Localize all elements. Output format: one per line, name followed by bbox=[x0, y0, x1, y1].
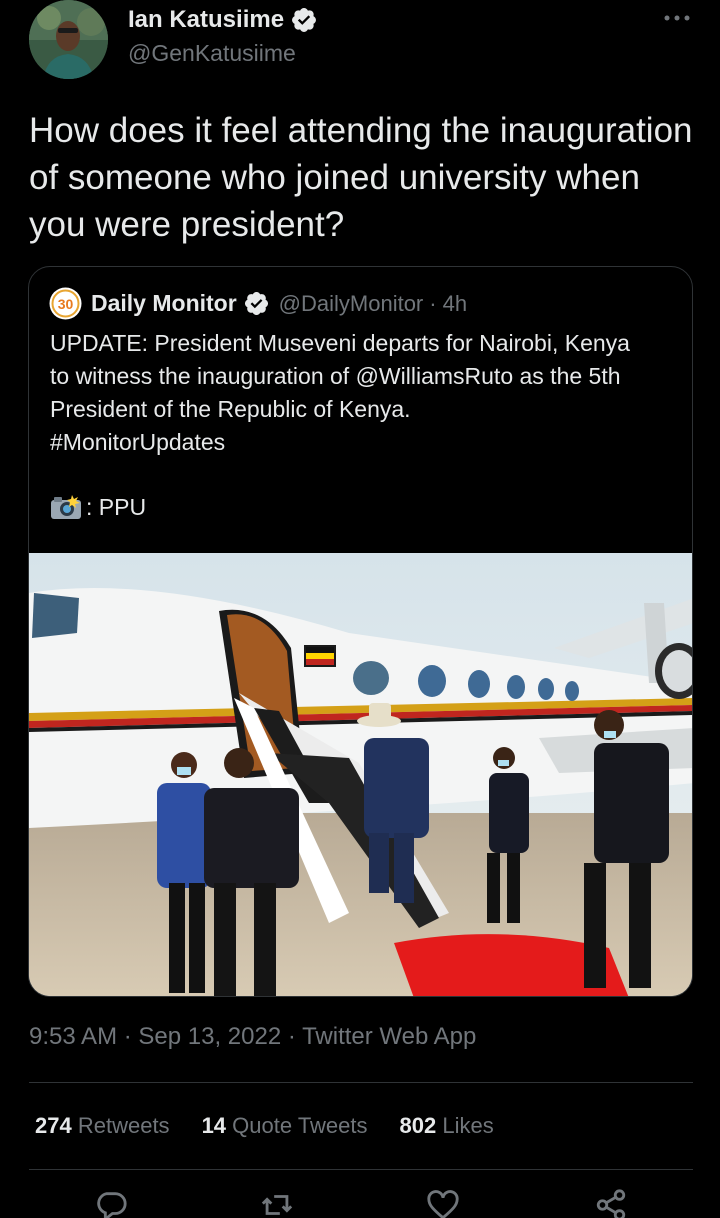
divider bbox=[29, 1082, 693, 1083]
credit-text: : PPU bbox=[86, 493, 147, 520]
verified-icon bbox=[244, 291, 268, 316]
retweets-stat[interactable]: 274 Retweets bbox=[35, 1113, 170, 1139]
engagement-stats: 274 Retweets 14 Quote Tweets 802 Likes bbox=[35, 1113, 526, 1139]
quote-tweets-stat[interactable]: 14 Quote Tweets bbox=[202, 1113, 368, 1139]
quoted-tweet-header: 30 Daily Monitor @DailyMonitor · 4h bbox=[49, 287, 467, 320]
author-name[interactable]: Ian Katusiime bbox=[128, 6, 284, 34]
stat-label: Likes bbox=[442, 1113, 494, 1138]
like-icon[interactable] bbox=[426, 1188, 460, 1218]
avatar[interactable] bbox=[29, 0, 108, 79]
tweet-text: How does it feel attending the inaugurat… bbox=[29, 111, 693, 244]
quoted-tweet-card[interactable]: 30 Daily Monitor @DailyMonitor · 4h UPDA… bbox=[28, 266, 693, 997]
photo-credit: : PPU bbox=[50, 493, 146, 521]
likes-stat[interactable]: 802 Likes bbox=[400, 1113, 494, 1139]
share-icon[interactable] bbox=[594, 1188, 628, 1218]
stat-count: 802 bbox=[399, 1113, 437, 1138]
separator: · bbox=[429, 290, 437, 316]
author-name-row[interactable]: Ian Katusiime bbox=[128, 6, 318, 34]
quoted-author-name[interactable]: Daily Monitor bbox=[91, 290, 237, 317]
stat-count: 14 bbox=[201, 1113, 227, 1138]
retweet-icon[interactable] bbox=[260, 1188, 294, 1218]
svg-text:30: 30 bbox=[58, 296, 74, 312]
quoted-line: UPDATE: President Museveni departs for N… bbox=[50, 330, 630, 356]
stat-label: Quote Tweets bbox=[232, 1113, 368, 1138]
tweet-meta[interactable]: 9:53 AM · Sep 13, 2022 · Twitter Web App bbox=[29, 1023, 476, 1051]
more-icon[interactable] bbox=[662, 10, 692, 26]
reply-icon[interactable] bbox=[94, 1188, 128, 1218]
quoted-author-handle[interactable]: @DailyMonitor bbox=[279, 291, 424, 317]
verified-icon bbox=[292, 8, 317, 32]
quoted-line: to witness the inauguration of @Williams… bbox=[50, 363, 621, 389]
tweet-detail-page: Ian Katusiime @GenKatusiime How does it … bbox=[0, 0, 720, 1218]
quoted-line: President of the Republic of Kenya. bbox=[50, 396, 411, 422]
hashtag[interactable]: #MonitorUpdates bbox=[50, 426, 680, 459]
author-handle[interactable]: @GenKatusiime bbox=[128, 40, 296, 67]
stat-label: Retweets bbox=[77, 1113, 170, 1138]
stat-count: 274 bbox=[35, 1113, 72, 1138]
quoted-time[interactable]: 4h bbox=[443, 291, 467, 317]
daily-monitor-logo: 30 bbox=[49, 287, 82, 320]
camera-icon bbox=[51, 495, 81, 519]
quoted-tweet-body: UPDATE: President Museveni departs for N… bbox=[50, 327, 680, 459]
quoted-tweet-photo[interactable] bbox=[29, 553, 693, 997]
divider bbox=[29, 1169, 693, 1170]
